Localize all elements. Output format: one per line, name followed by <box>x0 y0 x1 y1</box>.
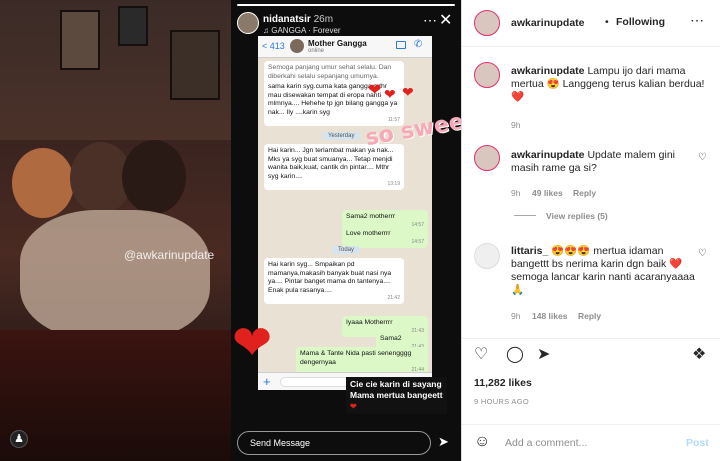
post-sidebar: awkarinupdate • Following ⋯ awkarinupdat… <box>461 0 720 461</box>
replies-line <box>514 215 536 216</box>
story-username: nidanatsir <box>263 14 311 25</box>
post-username[interactable]: awkarinupdate <box>511 17 585 29</box>
caption-heart-icon: ❤ <box>350 402 357 411</box>
story-caption-line1: Cie cie karin di sayang <box>350 379 442 389</box>
avatar[interactable] <box>474 243 500 269</box>
post-photo: @awkarinupdate ♟ <box>0 0 231 461</box>
story-progress-bar <box>237 4 455 6</box>
chat-message: Love motherrrr 14:57 <box>342 227 428 248</box>
person-right <box>122 140 186 214</box>
story-music: ♫ GANGGA · Forever <box>263 26 341 35</box>
comment-text: littaris_ 😍😍😍 mertua idaman bangettt bs … <box>511 245 695 296</box>
heart-sticker-icon: ❤ <box>368 82 382 99</box>
dining-table <box>0 330 231 461</box>
heart-sticker-icon: ❤ <box>384 86 396 102</box>
comment-text: awkarinupdate Update malem gini masih ra… <box>511 149 675 174</box>
photo-watermark: @awkarinupdate <box>124 248 215 262</box>
more-icon[interactable]: ⋯ <box>423 12 437 29</box>
save-icon[interactable]: ❖ <box>692 344 706 364</box>
story-username-row[interactable]: nidanatsir 26m <box>263 14 333 25</box>
chat-message: Hai karin... Jgn terlambat makan ya nak.… <box>264 144 404 191</box>
plus-icon: + <box>263 374 271 389</box>
phone-icon: ✆ <box>414 39 423 50</box>
avatar[interactable] <box>474 10 500 36</box>
actions-divider <box>462 338 720 339</box>
story-caption-line2: Mama mertua bangeett <box>350 390 443 400</box>
posted-time: 9 HOURS AGO <box>474 397 529 406</box>
send-icon[interactable]: ➤ <box>438 434 449 450</box>
person-headscarf <box>12 148 74 218</box>
more-icon[interactable]: ⋯ <box>690 12 704 29</box>
add-comment-input[interactable]: Add a comment... <box>505 437 587 450</box>
avatar[interactable] <box>474 62 500 88</box>
chat-day-label: Today <box>332 246 361 254</box>
like-icon[interactable]: ♡ <box>698 248 707 259</box>
reply-button[interactable]: Reply <box>573 188 596 198</box>
chat-contact-name: Mother Gangga <box>308 39 367 48</box>
wall-frame <box>118 6 148 46</box>
comment-time: 9h <box>511 311 521 321</box>
story-avatar[interactable] <box>237 12 259 34</box>
story-time: 26m <box>313 14 334 25</box>
chat-message: sama karin syg.cuma kata gangga mthr mau… <box>264 80 404 127</box>
caption-time: 9h <box>511 120 521 130</box>
like-icon[interactable]: ♡ <box>698 152 707 163</box>
post-header: awkarinupdate • Following ⋯ <box>462 0 720 47</box>
wall-frame <box>60 10 100 70</box>
big-heart-sticker-icon: ❤ <box>232 317 273 370</box>
comment-username[interactable]: littaris_ <box>511 245 548 257</box>
add-comment-bar: ☺ Add a comment... Post <box>462 424 720 461</box>
comment-time: 9h <box>511 188 521 198</box>
send-message-input[interactable]: Send Message <box>237 431 431 455</box>
wall-frame <box>170 30 220 100</box>
heart-icon[interactable]: ♡ <box>474 344 488 364</box>
send-message-placeholder: Send Message <box>250 438 311 448</box>
separator-dot: • <box>605 16 609 28</box>
comment-likes[interactable]: 148 likes <box>532 311 567 321</box>
user-tag-icon[interactable]: ♟ <box>10 430 28 448</box>
likes-count[interactable]: 11,282 likes <box>474 377 532 390</box>
chat-back: < 413 <box>262 41 285 51</box>
comment-likes[interactable]: 49 likes <box>532 188 563 198</box>
people-bodies <box>20 210 210 340</box>
close-icon[interactable]: ✕ <box>439 10 452 30</box>
caption-username[interactable]: awkarinupdate <box>511 65 585 77</box>
chat-message: Hai karin syg... Smpaikan pd mamanya,mak… <box>264 258 404 305</box>
comment-username[interactable]: awkarinupdate <box>511 149 585 161</box>
avatar[interactable] <box>474 145 500 171</box>
view-replies-button[interactable]: View replies (5) <box>546 211 608 221</box>
story-caption: Cie cie karin di sayang Mama mertua bang… <box>346 377 447 414</box>
reply-button[interactable]: Reply <box>578 311 601 321</box>
heart-sticker-icon: ❤ <box>402 84 414 100</box>
chat-day-label: Yesterday <box>322 132 361 140</box>
chat-contact-status: online <box>308 48 325 54</box>
post-caption: awkarinupdate Lampu ijo dari mama mertua… <box>511 65 711 104</box>
video-call-icon <box>396 41 406 49</box>
chat-avatar <box>290 39 304 53</box>
comment-icon[interactable]: ◯ <box>506 344 524 364</box>
post-button[interactable]: Post <box>686 437 709 450</box>
emoji-icon[interactable]: ☺ <box>474 433 490 451</box>
chat-header: < 413 Mother Gangga online ✆ <box>258 36 432 58</box>
share-icon[interactable]: ➤ <box>537 344 550 364</box>
following-button[interactable]: Following <box>616 16 665 29</box>
